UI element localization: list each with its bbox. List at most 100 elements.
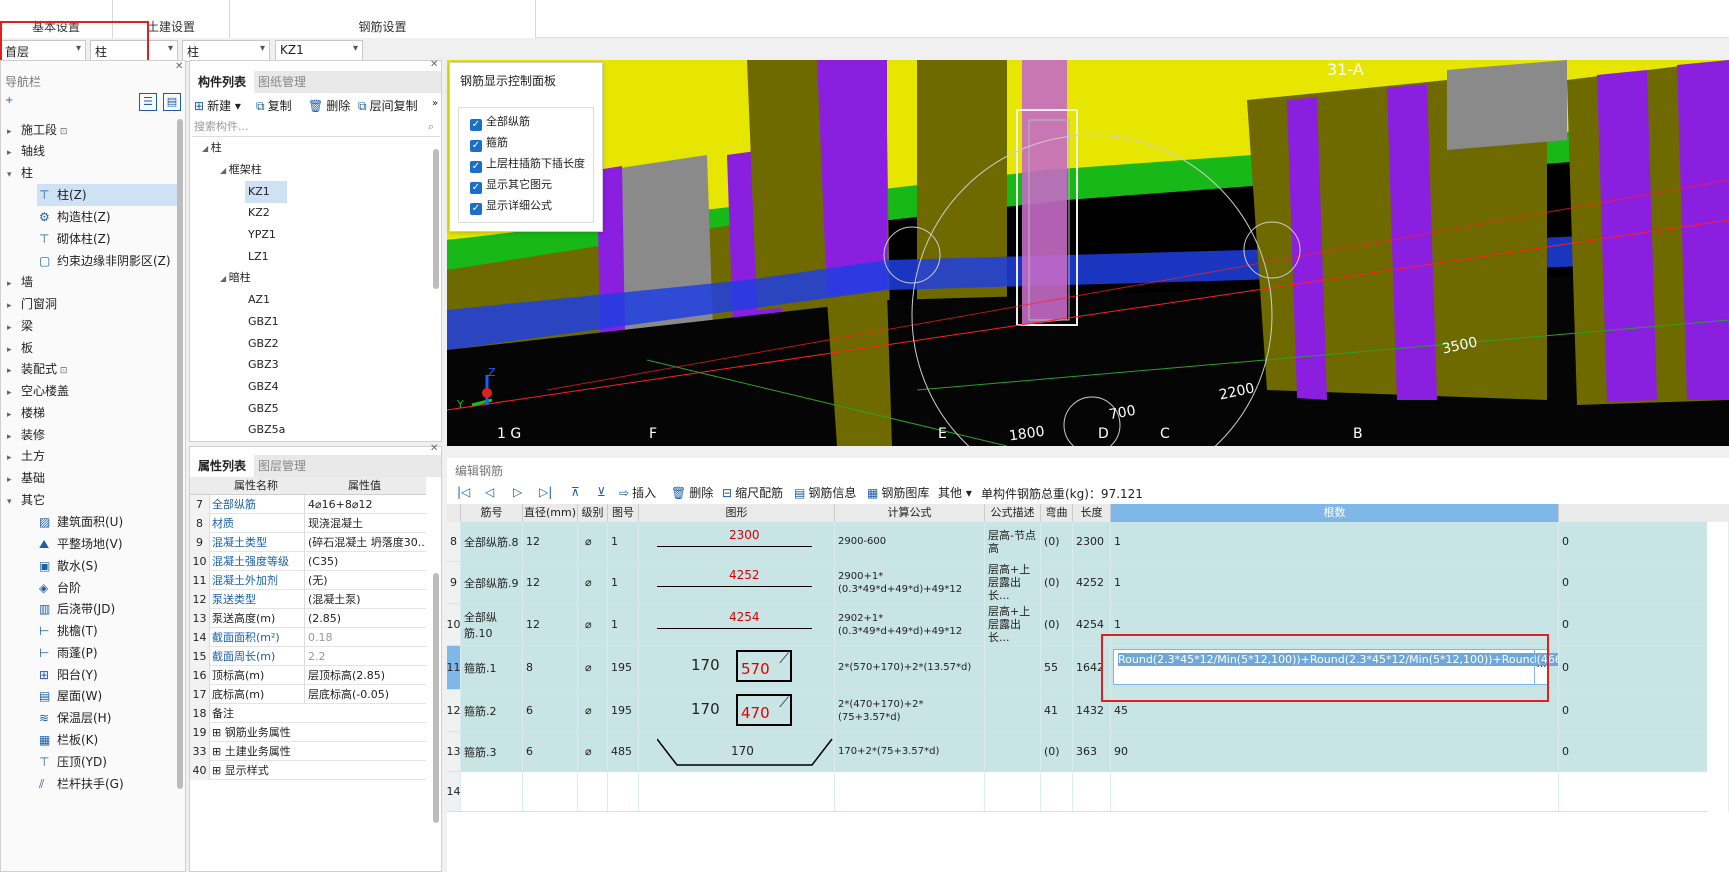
grid-cell-formula[interactable]: 170+2*(75+3.57*d) bbox=[835, 732, 985, 771]
component-select[interactable]: KZ1 bbox=[275, 40, 363, 62]
grid-cell-extra[interactable]: 0 bbox=[1559, 690, 1729, 731]
grid-cell-formula[interactable]: 2*(470+170)+2*(75+3.57*d) bbox=[835, 690, 985, 731]
option-show-other-elements[interactable]: ✓ 显示其它图元 bbox=[470, 175, 552, 195]
nav-subitem-coping[interactable]: ⊤ 压顶(YD) bbox=[37, 751, 177, 773]
grid-cell-desc[interactable]: 层高+上层露出长... bbox=[985, 604, 1041, 645]
grid-header-cell[interactable]: 直径(mm) bbox=[523, 504, 578, 522]
grid-cell-grade[interactable]: ⌀ bbox=[578, 562, 608, 603]
grid-cell-desc[interactable] bbox=[985, 772, 1041, 811]
property-row[interactable]: 18 备注 bbox=[190, 704, 426, 723]
rebar-shape-cell[interactable]: 170 ⟋ 570 bbox=[639, 646, 835, 689]
nav-item-door-window[interactable]: ▸ 门窗洞 bbox=[7, 294, 57, 314]
grid-cell-d[interactable]: 12 bbox=[523, 562, 578, 603]
nav-subitem-apron[interactable]: ▣ 散水(S) bbox=[37, 555, 177, 577]
grid-header-cell[interactable]: 图形 bbox=[639, 504, 835, 522]
rebar-row[interactable]: 13 箍筋.3 6 ⌀ 485 170 170+2*(75+3.57*d) (0) 363 90 0 bbox=[447, 732, 1729, 772]
grid-cell-desc[interactable]: 层高-节点高 bbox=[985, 522, 1041, 561]
nav-subitem-balcony[interactable]: ⊞ 阳台(Y) bbox=[37, 664, 177, 686]
grid-cell-extra[interactable] bbox=[1559, 772, 1729, 811]
grid-cell-desc[interactable]: 层高+上层露出长... bbox=[985, 562, 1041, 603]
grid-header-cell[interactable]: 长度 bbox=[1073, 504, 1111, 522]
grid-cell-grade[interactable]: ⌀ bbox=[578, 732, 608, 771]
grid-cell-formula[interactable]: 2902+1*(0.3*49*d+49*d)+49*12 bbox=[835, 604, 985, 645]
tree-root-column[interactable]: ◢ 柱 bbox=[202, 137, 222, 159]
grid-cell-d[interactable]: 12 bbox=[523, 522, 578, 561]
grid-cell-grade[interactable]: ⌀ bbox=[578, 604, 608, 645]
tree-item-gbz4[interactable]: GBZ4 bbox=[248, 376, 279, 398]
tree-group-frame-column[interactable]: ◢ 框架柱 bbox=[220, 159, 262, 181]
rebar-shape-cell[interactable]: 2300 bbox=[639, 522, 835, 561]
nav-subitem-site-leveling[interactable]: ⛰ 平整场地(V) bbox=[37, 533, 177, 555]
grid-cell-extra[interactable]: 0 bbox=[1559, 522, 1729, 561]
grid-cell-name[interactable]: 箍筋.3 bbox=[461, 732, 523, 771]
next-icon[interactable]: ▷ bbox=[513, 485, 522, 499]
grid-cell-adj[interactable]: (0) bbox=[1041, 732, 1073, 771]
nav-subitem-insulation[interactable]: ≋ 保温层(H) bbox=[37, 707, 177, 729]
nav-item-hollow-floor[interactable]: ▸ 空心楼盖 bbox=[7, 381, 69, 401]
interfloor-copy-button[interactable]: ⧉ 层间复制 bbox=[358, 96, 418, 116]
move-down-icon[interactable]: ⊻ bbox=[597, 485, 606, 499]
grid-cell-fig[interactable] bbox=[608, 772, 639, 811]
grid-cell-desc[interactable] bbox=[985, 732, 1041, 771]
grid-cell-fig[interactable]: 1 bbox=[608, 604, 639, 645]
rebar-row[interactable]: 14 bbox=[447, 772, 1729, 812]
property-row[interactable]: 14 截面面积(m²) 0.18 bbox=[190, 628, 426, 647]
nav-subitem-roof[interactable]: ▤ 屋面(W) bbox=[37, 685, 177, 707]
rebar-shape-cell[interactable] bbox=[639, 772, 835, 811]
option-stirrup[interactable]: ✓ 箍筋 bbox=[470, 133, 508, 153]
grid-cell-adj[interactable]: (0) bbox=[1041, 604, 1073, 645]
nav-item-decoration[interactable]: ▸ 装修 bbox=[7, 425, 45, 445]
grid-cell-fig[interactable]: 485 bbox=[608, 732, 639, 771]
nav-subitem-parapet[interactable]: ▦ 栏板(K) bbox=[37, 729, 177, 751]
property-row[interactable]: 17 底标高(m) 层底标高(-0.05) bbox=[190, 685, 426, 704]
grid-header-cell[interactable]: 弯曲调整 bbox=[1041, 504, 1073, 537]
property-value[interactable]: 现浇混凝土 bbox=[304, 514, 426, 533]
grid-cell-fig[interactable]: 1 bbox=[608, 522, 639, 561]
type-select[interactable]: 柱 bbox=[182, 40, 270, 62]
tree-item-gbz5[interactable]: GBZ5 bbox=[248, 398, 279, 420]
grid-cell-len[interactable]: 363 bbox=[1073, 732, 1111, 771]
copy-button[interactable]: ⧉ 复制 bbox=[256, 96, 292, 116]
nav-item-slab[interactable]: ▸ 板 bbox=[7, 338, 33, 358]
delete-button[interactable]: 🗑 删除 bbox=[308, 96, 350, 116]
grid-cell-extra[interactable]: 0 bbox=[1559, 646, 1729, 689]
grid-cell-formula[interactable]: 2900-600 bbox=[835, 522, 985, 561]
detail-view-icon[interactable]: ▤ bbox=[163, 93, 181, 111]
grid-cell-name[interactable]: 全部纵筋.10 bbox=[461, 604, 523, 645]
grid-cell-d[interactable] bbox=[523, 772, 578, 811]
nav-item-construction-segment[interactable]: ▸ 施工段 ⊡ bbox=[7, 120, 67, 140]
tab-property-list[interactable]: 属性列表 bbox=[190, 455, 255, 477]
tab-rebar-settings[interactable]: 钢筋设置 bbox=[230, 0, 536, 38]
grid-cell-name[interactable]: 箍筋.2 bbox=[461, 690, 523, 731]
grid-cell-extra[interactable]: 0 bbox=[1559, 604, 1729, 645]
property-row[interactable]: 16 顶标高(m) 层顶标高(2.85) bbox=[190, 666, 426, 685]
tree-group-hidden-column[interactable]: ◢ 暗柱 bbox=[220, 267, 251, 289]
property-row[interactable]: 15 截面周长(m) 2.2 bbox=[190, 647, 426, 666]
grid-cell-adj[interactable]: 55 bbox=[1041, 646, 1073, 689]
property-row[interactable]: 40 ⊞ 显示样式 bbox=[190, 761, 426, 780]
nav-subitem-constructional-column[interactable]: ⚙ 构造柱(Z) bbox=[37, 206, 177, 228]
tree-item-kz1[interactable]: KZ1 bbox=[245, 181, 287, 203]
property-row[interactable]: 8 材质 现浇混凝土 bbox=[190, 514, 426, 533]
rebar-shape-cell[interactable]: 4254 bbox=[639, 604, 835, 645]
property-panel-close-icon[interactable]: ✕ bbox=[430, 443, 438, 454]
nav-item-wall[interactable]: ▸ 墙 bbox=[7, 272, 33, 292]
nav-subitem-canopy[interactable]: ⊢ 雨蓬(P) bbox=[37, 642, 177, 664]
grid-header-cell[interactable]: 根数 bbox=[1111, 504, 1559, 522]
checkbox-checked-icon[interactable]: ✓ bbox=[470, 161, 482, 173]
tree-item-gbz5a[interactable]: GBZ5a bbox=[248, 419, 285, 441]
grid-cell-d[interactable]: 6 bbox=[523, 690, 578, 731]
property-row[interactable]: 12 泵送类型 (混凝土泵) bbox=[190, 590, 426, 609]
checkbox-checked-icon[interactable]: ✓ bbox=[470, 182, 482, 194]
nav-item-stairs[interactable]: ▸ 楼梯 bbox=[7, 403, 45, 423]
list-view-icon[interactable]: ☰ bbox=[139, 93, 157, 111]
grid-cell-d[interactable]: 8 bbox=[523, 646, 578, 689]
grid-cell-fig[interactable]: 1 bbox=[608, 562, 639, 603]
property-row[interactable]: 33 ⊞ 土建业务属性 bbox=[190, 742, 426, 761]
last-icon[interactable]: ▷| bbox=[539, 485, 552, 499]
nav-item-foundation[interactable]: ▸ 基础 bbox=[7, 468, 45, 488]
grid-header-cell[interactable] bbox=[447, 504, 461, 522]
tree-item-lz1[interactable]: LZ1 bbox=[248, 246, 269, 268]
nav-subitem-building-area[interactable]: ▨ 建筑面积(U) bbox=[37, 511, 177, 533]
option-show-detailed-formula[interactable]: ✓ 显示详细公式 bbox=[470, 196, 552, 216]
